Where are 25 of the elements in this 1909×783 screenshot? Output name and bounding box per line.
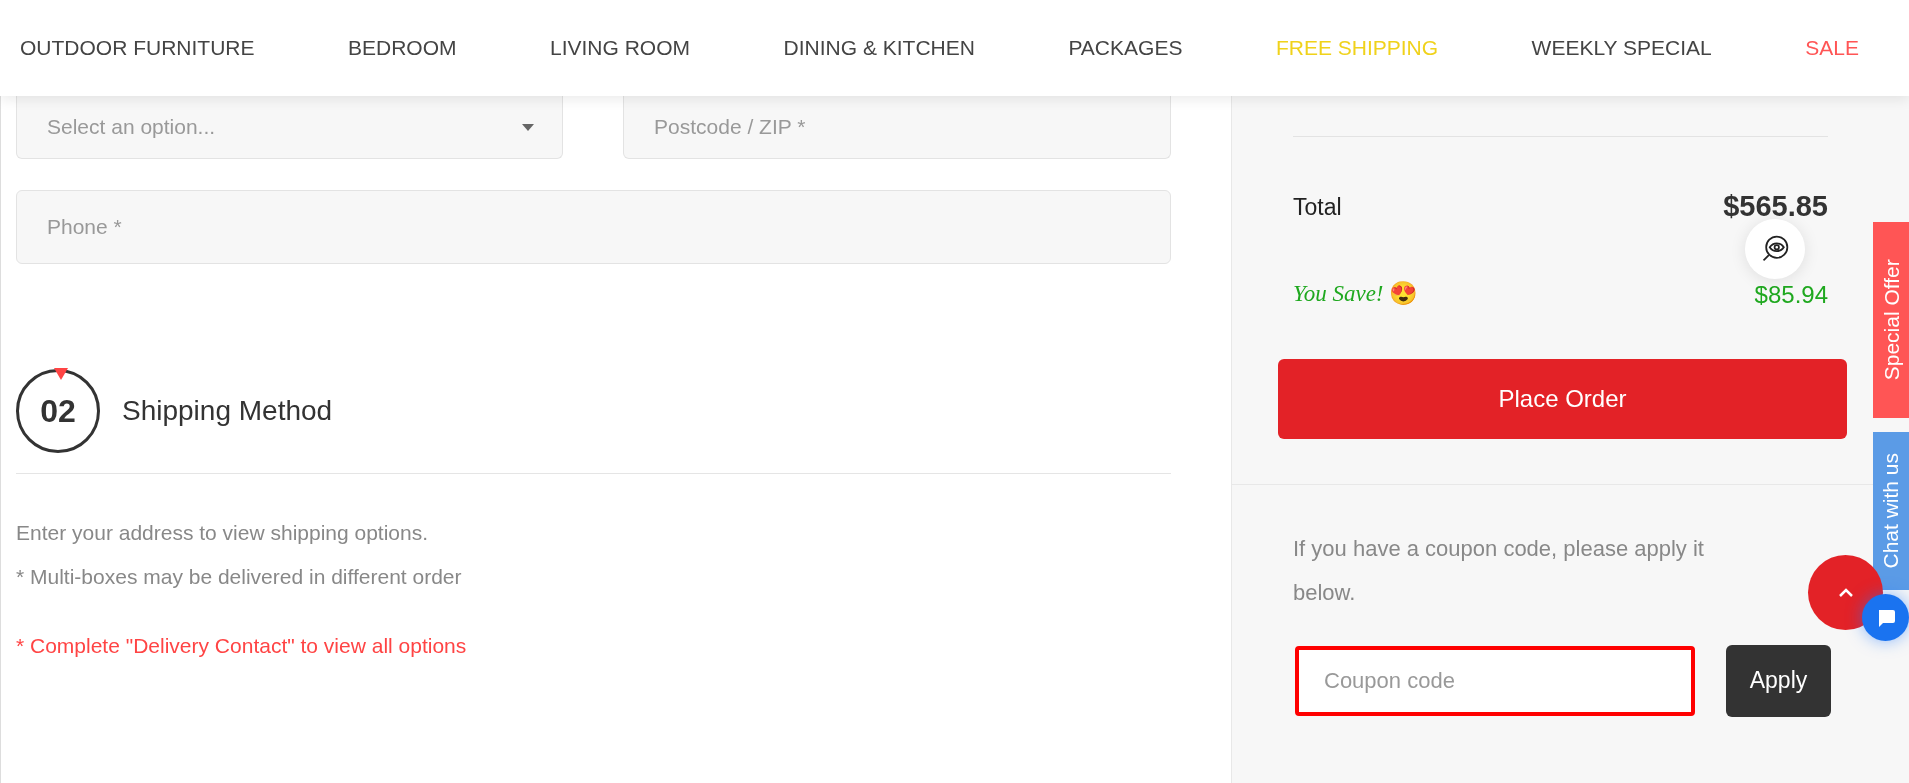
shipping-note: * Multi-boxes may be delivered in different order: [16, 563, 463, 590]
nav-link[interactable]: PACKAGES: [1068, 32, 1183, 64]
eye-search-icon: [1760, 234, 1790, 264]
nav-link[interactable]: OUTDOOR FURNITURE: [20, 32, 255, 64]
coupon-instructions: If you have a coupon code, please apply it below.: [1293, 534, 1705, 607]
caret-icon: [522, 123, 534, 131]
you-save-label: You Save! 😍: [1293, 280, 1419, 309]
place-order-button[interactable]: Place Order: [1278, 358, 1847, 439]
chevron-up-icon: [1837, 587, 1854, 598]
postcode-field[interactable]: Postcode / ZIP *: [623, 96, 1171, 159]
nav-link[interactable]: LIVING ROOM: [550, 32, 691, 64]
savings-value: $85.94: [1754, 279, 1828, 310]
total-value: $565.85: [1723, 189, 1828, 224]
phone-field[interactable]: Phone *: [16, 190, 1171, 264]
warning-text: * Complete "Delivery Contact" to view all options: [16, 633, 468, 659]
apply-button[interactable]: Apply: [1726, 644, 1831, 717]
shipping-note: Enter your address to view shipping options.: [16, 520, 430, 546]
nav-link[interactable]: BEDROOM: [348, 32, 457, 64]
nav-link[interactable]: DINING & KITCHEN: [783, 32, 975, 64]
select-placeholder: Select an option...: [47, 114, 216, 141]
coupon-code-field[interactable]: Coupon code: [1295, 645, 1695, 716]
total-label: Total: [1293, 192, 1342, 222]
step-number-badge: 02: [16, 369, 100, 453]
section-title: Shipping Method: [122, 394, 333, 428]
nav-link[interactable]: WEEKLY SPECIAL: [1531, 32, 1712, 64]
